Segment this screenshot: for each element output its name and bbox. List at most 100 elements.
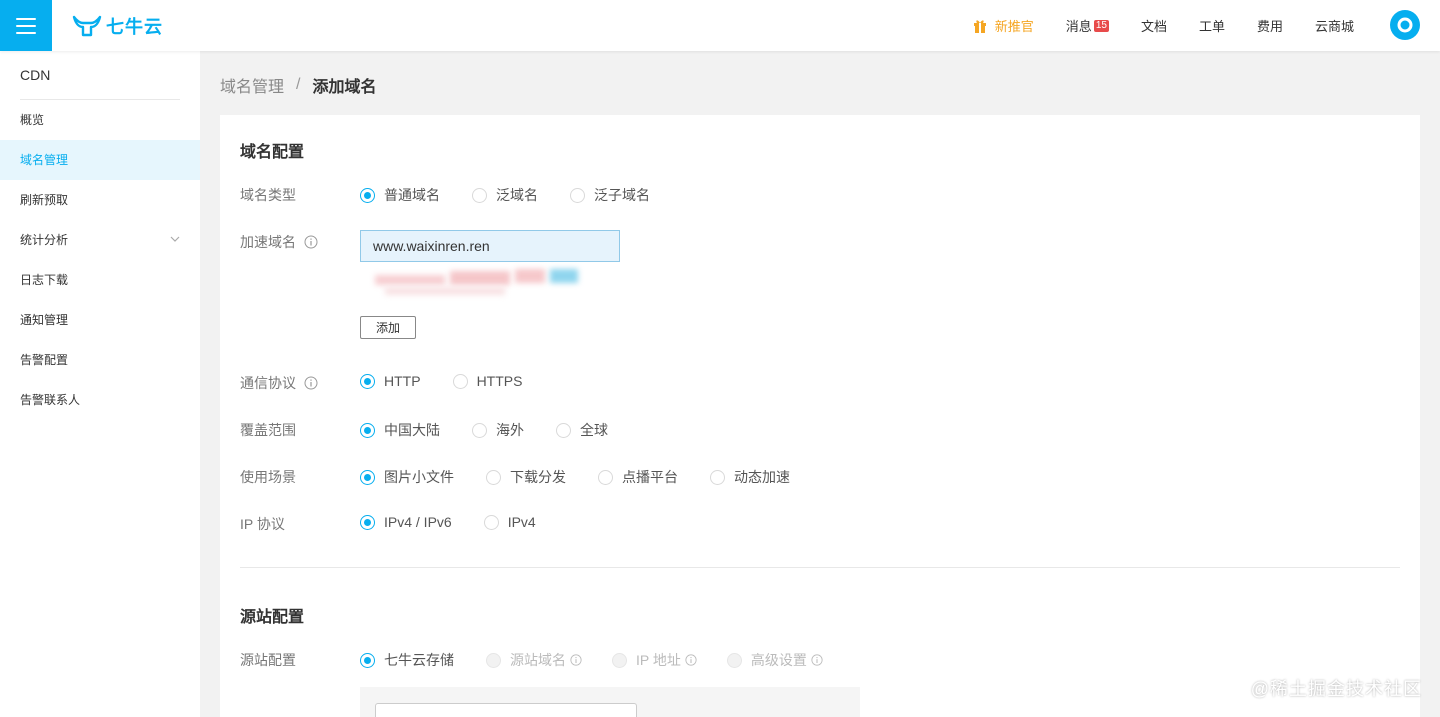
radio-coverage-overseas[interactable]: 海外 (472, 420, 524, 440)
radio-label: IPv4 (507, 514, 536, 530)
breadcrumb-separator: / (296, 76, 301, 93)
radio-label: 全球 (580, 422, 608, 438)
accel-domain-label: 加速域名 (240, 232, 318, 252)
domain-type-label-text: 域名类型 (240, 187, 296, 203)
nav-promo[interactable]: 新推官 (973, 16, 1034, 35)
gift-icon (973, 19, 986, 33)
redacted-hint (375, 267, 625, 301)
radio-label: 点播平台 (622, 469, 678, 485)
radio-ip-v4[interactable]: IPv4 (483, 514, 536, 530)
radio-label: 下载分发 (510, 469, 566, 485)
radio-domain-type-wildcard-sub[interactable]: 泛子域名 (570, 185, 650, 205)
sidebar-title: CDN (20, 67, 51, 83)
breadcrumb-current: 添加域名 (312, 79, 377, 96)
radio-label: IPv4 / IPv6 (384, 514, 452, 530)
bucket-select[interactable] (375, 703, 637, 717)
info-icon[interactable] (811, 654, 823, 666)
origin-label: 源站配置 (240, 650, 296, 670)
radio-origin-domain[interactable]: 源站域名 (486, 650, 582, 670)
info-icon[interactable] (570, 654, 582, 666)
sidebar-item-label: 统计分析 (20, 233, 69, 247)
radio-label: 高级设置 (750, 652, 807, 668)
sidebar-item-refresh-prefetch[interactable]: 刷新预取 (0, 180, 200, 220)
radio-label: IP 地址 (636, 652, 681, 668)
top-nav: 新推官 消息 15 文档 工单 费用 云商城 (941, 0, 1354, 51)
radio-dot (556, 422, 571, 438)
ip-protocol-label: IP 协议 (240, 514, 285, 534)
nav-docs[interactable]: 文档 (1141, 16, 1167, 35)
nav-messages[interactable]: 消息 15 (1066, 16, 1109, 35)
coverage-label-text: 覆盖范围 (240, 422, 296, 438)
radio-coverage-mainland[interactable]: 中国大陆 (360, 420, 440, 440)
protocol-label: 通信协议 (240, 373, 318, 393)
radio-dot (612, 652, 627, 668)
radio-dot (360, 422, 375, 438)
sidebar-item-domain-management[interactable]: 域名管理 (0, 140, 200, 180)
radio-label: HTTPS (476, 373, 523, 389)
coverage-label: 覆盖范围 (240, 420, 296, 440)
radio-label: 图片小文件 (384, 469, 454, 485)
logo-text: 七牛云 (106, 17, 163, 37)
info-icon[interactable] (304, 376, 318, 390)
nav-marketplace[interactable]: 云商城 (1315, 16, 1354, 35)
top-bar: 七牛云 新推官 消息 15 文档 工单 费用 云商城 (0, 0, 1440, 51)
sidebar-item-alert-config[interactable]: 告警配置 (0, 340, 200, 380)
radio-label: 中国大陆 (384, 422, 440, 438)
origin-radio-group: 七牛云存储 源站域名 IP 地址 高级设置 (360, 650, 855, 670)
message-count-badge: 15 (1093, 19, 1109, 32)
ip-protocol-radio-group: IPv4 / IPv6 IPv4 (360, 514, 568, 530)
nav-tickets[interactable]: 工单 (1199, 16, 1225, 35)
nav-billing[interactable]: 费用 (1257, 16, 1283, 35)
radio-dot (486, 469, 501, 485)
add-domain-button[interactable]: 添加 (360, 316, 416, 339)
radio-dot (598, 469, 613, 485)
radio-domain-type-wildcard[interactable]: 泛域名 (472, 185, 538, 205)
hamburger-menu-button[interactable] (0, 0, 52, 51)
radio-dot (360, 469, 375, 485)
section-title-domain-config: 域名配置 (240, 144, 305, 161)
coverage-radio-group: 中国大陆 海外 全球 (360, 420, 640, 440)
domain-type-label: 域名类型 (240, 185, 296, 205)
sidebar-item-log-download[interactable]: 日志下载 (0, 260, 200, 300)
info-icon[interactable] (685, 654, 697, 666)
scenario-radio-group: 图片小文件 下载分发 点播平台 动态加速 (360, 467, 822, 487)
radio-label: 海外 (496, 422, 524, 438)
radio-dot (472, 422, 487, 438)
radio-scenario-dynamic[interactable]: 动态加速 (710, 467, 790, 487)
sidebar-item-statistics[interactable]: 统计分析 (0, 220, 200, 260)
radio-ip-dual[interactable]: IPv4 / IPv6 (360, 514, 452, 530)
radio-domain-type-normal[interactable]: 普通域名 (360, 185, 440, 205)
accel-domain-input[interactable]: www.waixinren.ren (360, 230, 620, 262)
radio-origin-ip[interactable]: IP 地址 (612, 650, 697, 670)
radio-protocol-http[interactable]: HTTP (360, 373, 421, 389)
radio-dot (710, 469, 725, 485)
sidebar-item-alert-contacts[interactable]: 告警联系人 (0, 380, 200, 420)
radio-label: 源站域名 (510, 652, 566, 668)
watermark: @稀土掘金技术社区 (1250, 679, 1422, 699)
info-icon[interactable] (304, 235, 318, 249)
chevron-down-icon (170, 236, 180, 242)
radio-scenario-images[interactable]: 图片小文件 (360, 467, 454, 487)
nav-marketplace-label: 云商城 (1314, 19, 1354, 34)
radio-dot (360, 187, 375, 203)
scenario-label-text: 使用场景 (240, 469, 296, 485)
radio-coverage-global[interactable]: 全球 (556, 420, 608, 440)
nav-promo-label: 新推官 (994, 19, 1034, 34)
sidebar-item-overview[interactable]: 概览 (0, 100, 200, 140)
radio-dot (360, 514, 375, 530)
radio-dot (486, 652, 501, 668)
sidebar-item-notifications[interactable]: 通知管理 (0, 300, 200, 340)
radio-scenario-download[interactable]: 下载分发 (486, 467, 566, 487)
bull-logo-icon (72, 15, 102, 37)
section-title-origin-config: 源站配置 (240, 609, 305, 626)
radio-origin-qiniu-storage[interactable]: 七牛云存储 (360, 650, 454, 670)
radio-scenario-vod[interactable]: 点播平台 (598, 467, 678, 487)
radio-protocol-https[interactable]: HTTPS (452, 373, 523, 389)
radio-label: 动态加速 (734, 469, 790, 485)
user-avatar[interactable] (1390, 10, 1420, 40)
logo[interactable]: 七牛云 (72, 12, 163, 40)
radio-origin-advanced[interactable]: 高级设置 (726, 650, 823, 670)
ip-protocol-label-text: IP 协议 (240, 516, 285, 532)
breadcrumb-parent[interactable]: 域名管理 (220, 73, 284, 97)
menu-line (16, 31, 36, 34)
